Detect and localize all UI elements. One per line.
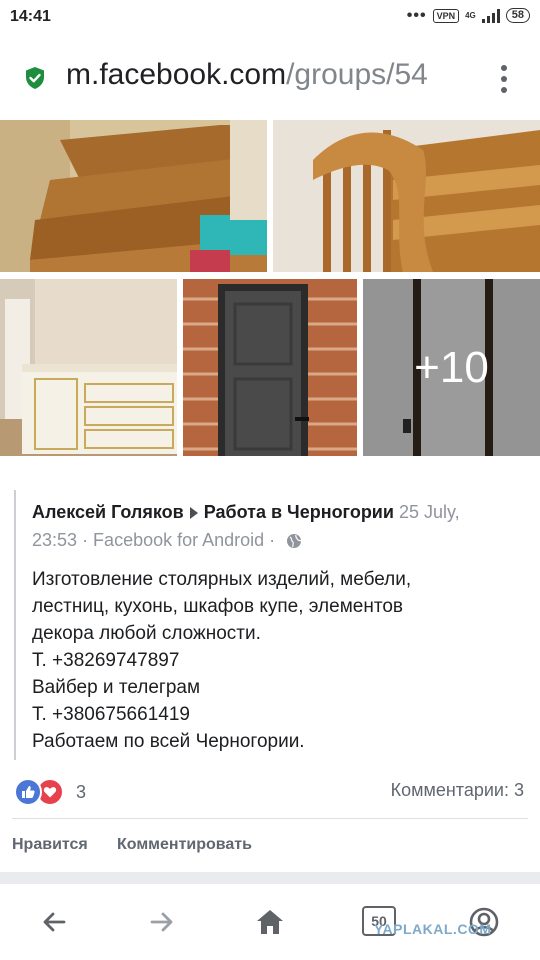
post-text-line: Вайбер и телеграм [32, 677, 201, 698]
more-photos-count[interactable]: +10 [363, 279, 540, 456]
home-icon[interactable] [254, 906, 286, 938]
photo-door-more[interactable]: +10 [363, 279, 540, 456]
post-text-line: декора любой сложности. [32, 623, 261, 644]
comments-count-link[interactable]: Комментарии: 3 [391, 780, 524, 801]
globe-icon [287, 534, 302, 549]
reaction-count: 3 [76, 781, 87, 802]
browser-url-bar[interactable]: m.facebook.com/groups/54 [0, 36, 540, 120]
carved-stairs-image [273, 120, 540, 272]
shared-post-quote-bar [14, 490, 16, 760]
reactions-summary[interactable]: 3 [14, 778, 86, 806]
status-time: 14:41 [10, 8, 51, 25]
divider [12, 818, 528, 819]
watermark: YAPLAKAL.COM [374, 921, 492, 937]
status-icons: ••• VPN 4G 58 [406, 6, 530, 24]
like-button[interactable]: Нравится [12, 836, 88, 854]
post-header: Алексей Голяков Работа в Черногории 25 Ju… [32, 498, 522, 554]
more-options-icon[interactable] [496, 64, 512, 94]
like-reaction-icon [14, 778, 42, 806]
post-text-line: Т. +380675661419 [32, 704, 190, 725]
dresser-image [0, 279, 177, 456]
forward-arrow-icon[interactable] [146, 906, 178, 938]
url-host: m.facebook.com [66, 58, 287, 91]
url-text[interactable]: m.facebook.com/groups/54 [66, 58, 428, 92]
post-group-link[interactable]: Работа в Черногории [204, 502, 394, 522]
notification-dots-icon: ••• [406, 6, 427, 24]
battery-level: 58 [505, 8, 530, 23]
post-text-line: Работаем по всей Черногории. [32, 731, 305, 752]
secure-shield-icon[interactable] [24, 66, 46, 90]
url-path: /groups/54 [286, 58, 428, 91]
signal-icon [481, 8, 500, 23]
photo-stairs-1[interactable] [0, 120, 267, 272]
back-arrow-icon[interactable] [38, 906, 70, 938]
vpn-badge: VPN [432, 8, 460, 23]
post-text-line: Т. +38269747897 [32, 650, 180, 671]
post-text-line: лестниц, кухонь, шкафов купе, элементов [32, 596, 403, 617]
stairs-image [0, 120, 267, 272]
post-time[interactable]: 23:53 [32, 530, 77, 550]
photo-stairs-2[interactable] [273, 120, 540, 272]
arrow-right-icon [189, 506, 198, 519]
section-separator [0, 872, 540, 884]
brick-wall-door-image [183, 279, 357, 456]
post-text: Изготовление столярных изделий, мебели, … [32, 566, 512, 755]
post-text-line: Изготовление столярных изделий, мебели, [32, 569, 412, 590]
photo-dresser[interactable] [0, 279, 177, 456]
comment-button[interactable]: Комментировать [117, 836, 252, 854]
post-source: · Facebook for Android · [82, 530, 276, 550]
status-bar: 14:41 ••• VPN 4G 58 [0, 0, 540, 36]
post-date[interactable]: 25 July, [399, 502, 460, 522]
post-author-link[interactable]: Алексей Голяков [32, 502, 184, 522]
photo-door-brick[interactable] [183, 279, 357, 456]
network-type: 4G [465, 11, 476, 20]
